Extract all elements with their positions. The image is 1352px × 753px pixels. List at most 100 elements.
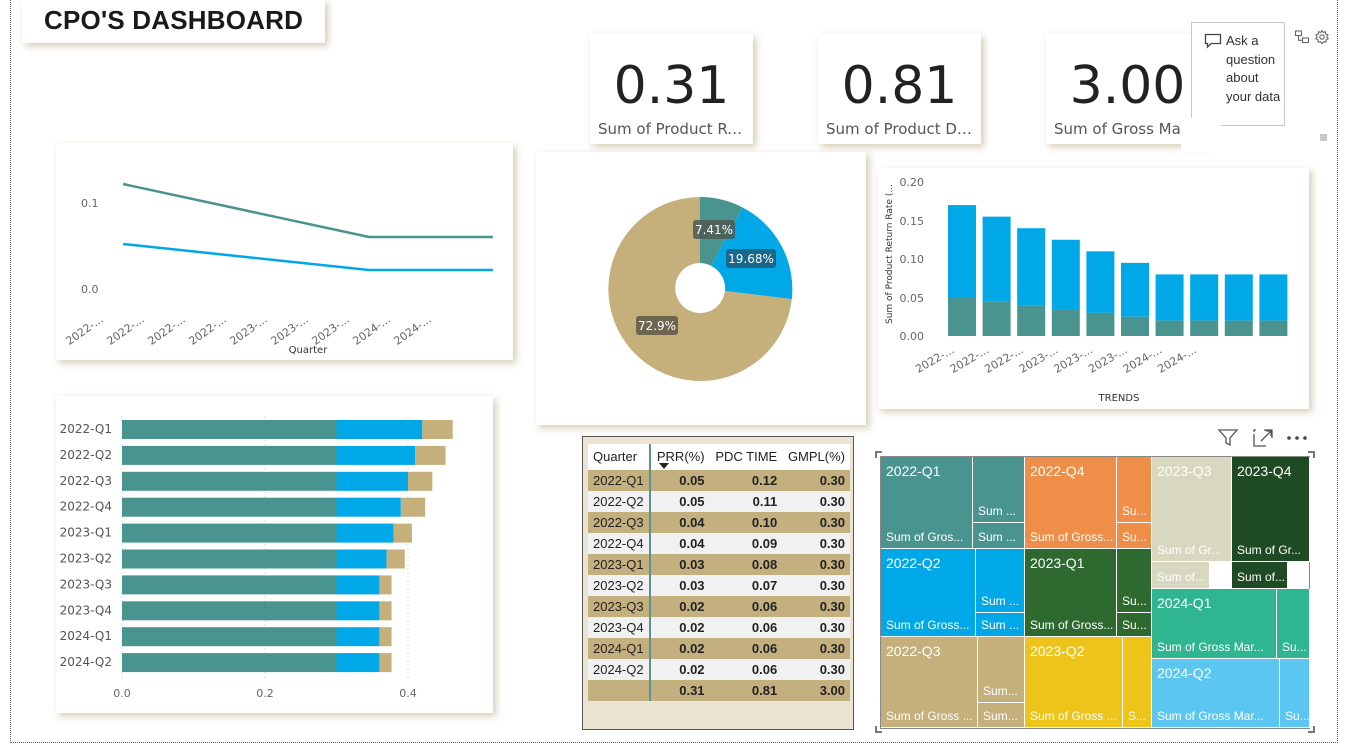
bar-segment[interactable] <box>400 497 426 517</box>
table-row[interactable]: 2024-Q1 0.02 0.06 0.30 <box>588 638 850 659</box>
bar-segment[interactable] <box>422 420 453 439</box>
bar-segment[interactable] <box>336 420 423 439</box>
qa-button[interactable]: Ask a question about your data <box>1191 22 1285 126</box>
treemap-tile[interactable]: Sum ... <box>976 549 1025 613</box>
treemap[interactable]: 2022-Q1 Sum of Gros... Sum ... Sum ... 2022-… <box>880 456 1310 729</box>
treemap-tile[interactable]: Sum of... <box>1152 562 1210 589</box>
table-row[interactable]: 2022-Q3 0.04 0.10 0.30 <box>588 512 850 533</box>
more-options-icon[interactable] <box>1285 428 1309 448</box>
bar-segment[interactable] <box>379 653 392 673</box>
treemap-tile[interactable]: Sum ... <box>976 613 1025 637</box>
bar-segment[interactable] <box>122 420 337 439</box>
treemap-tile[interactable]: Su... <box>1117 613 1152 637</box>
bar-segment[interactable] <box>336 523 394 543</box>
bar-segment[interactable] <box>122 445 337 465</box>
treemap-tile[interactable]: 2023-Q1 Sum of Gross... <box>1025 549 1117 637</box>
treemap-tile[interactable]: 2022-Q4 Sum of Gross... <box>1025 457 1117 549</box>
bar-segment[interactable] <box>336 627 380 647</box>
table-row[interactable]: 2023-Q3 0.02 0.06 0.30 <box>588 596 850 617</box>
sort-arrow-icon[interactable] <box>659 463 669 469</box>
column-bar-segment[interactable] <box>1259 274 1288 321</box>
table-row[interactable]: 2022-Q2 0.05 0.11 0.30 <box>588 491 850 512</box>
bar-segment[interactable] <box>122 549 337 569</box>
gear-icon[interactable] <box>1314 29 1330 45</box>
bar-segment[interactable] <box>336 575 380 595</box>
treemap-tile[interactable]: 2022-Q1 Sum of Gros... <box>881 457 973 549</box>
column-bar-segment[interactable] <box>1121 262 1149 317</box>
expand-icon[interactable] <box>1252 428 1274 448</box>
bar-segment[interactable] <box>336 445 416 465</box>
bar-segment[interactable] <box>336 653 380 673</box>
donut-chart-card[interactable]: 7.41% 19.68% 72.9% <box>536 152 866 425</box>
bar-segment[interactable] <box>393 523 412 543</box>
column-bar-segment[interactable] <box>1224 274 1253 321</box>
table-row[interactable]: 2023-Q1 0.03 0.08 0.30 <box>588 554 850 575</box>
bar-segment[interactable] <box>408 471 433 491</box>
treemap-tile[interactable]: Sum... <box>978 703 1025 728</box>
column-bar-segment[interactable] <box>982 216 1011 302</box>
column-bar-segment[interactable] <box>1051 309 1080 336</box>
column-bar-segment[interactable] <box>1155 320 1184 336</box>
resize-handle[interactable] <box>1320 134 1327 141</box>
bar-chart-card[interactable]: 2022-Q1 2022-Q2 2022-Q3 2022-Q4 2023-Q1 2023-… <box>56 396 493 713</box>
filter-icon[interactable] <box>1217 428 1239 448</box>
bar-segment[interactable] <box>122 497 337 517</box>
column-bar-segment[interactable] <box>948 205 976 298</box>
table-row[interactable]: 2023-Q4 0.02 0.06 0.30 <box>588 617 850 638</box>
column-bar-segment[interactable] <box>1190 274 1219 321</box>
bar-segment[interactable] <box>336 601 380 621</box>
column-bar-segment[interactable] <box>1086 251 1115 313</box>
bar-segment[interactable] <box>122 471 337 491</box>
column-header-gmpl[interactable]: GMPL(%) <box>782 444 850 470</box>
bar-segment[interactable] <box>336 497 401 517</box>
column-chart-card[interactable]: Sum of Product Return Rate (... 0.20 0.1… <box>878 168 1309 409</box>
treemap-tile[interactable]: Su... <box>1117 549 1152 613</box>
treemap-tile[interactable]: 2022-Q3 Sum of Gross ... <box>881 637 978 728</box>
bar-segment[interactable] <box>379 575 392 595</box>
treemap-tile[interactable]: 2023-Q4 Sum of Gr... <box>1232 457 1310 562</box>
share-icon[interactable] <box>1294 29 1310 45</box>
column-bar-segment[interactable] <box>1224 320 1253 336</box>
column-bar-segment[interactable] <box>1121 316 1149 336</box>
treemap-tile[interactable]: Su... <box>1280 659 1310 728</box>
kpi-card-product-return[interactable]: 0.31 Sum of Product Re... <box>590 34 753 144</box>
column-bar-segment[interactable] <box>1155 274 1184 321</box>
column-bar-segment[interactable] <box>1051 239 1080 310</box>
data-table-card[interactable]: Quarter PRR(%) PDC TIME GMPL(%) 2022-Q1 0… <box>582 436 854 730</box>
treemap-tile[interactable]: Sum of... <box>1232 562 1288 589</box>
bar-segment[interactable] <box>122 601 337 621</box>
treemap-tile[interactable]: Sum... <box>978 637 1025 703</box>
column-bar-segment[interactable] <box>1017 228 1046 306</box>
bar-segment[interactable] <box>122 653 337 673</box>
treemap-tile[interactable]: Sum ... <box>973 523 1025 549</box>
treemap-tile[interactable]: 2022-Q2 Sum of Gross... <box>881 549 976 637</box>
bar-segment[interactable] <box>122 523 337 543</box>
treemap-tile[interactable]: Su... <box>1117 523 1152 549</box>
kpi-card-product-delivery[interactable]: 0.81 Sum of Product De... <box>818 34 981 144</box>
bar-segment[interactable] <box>379 627 392 647</box>
column-bar-segment[interactable] <box>1190 320 1219 336</box>
column-header-pdc[interactable]: PDC TIME <box>709 444 783 470</box>
column-header-quarter[interactable]: Quarter <box>588 444 652 470</box>
table-row[interactable]: 2023-Q2 0.03 0.07 0.30 <box>588 575 850 596</box>
bar-segment[interactable] <box>386 549 405 569</box>
table-row[interactable]: 2022-Q1 0.05 0.12 0.30 <box>588 470 850 491</box>
table-row[interactable]: 2024-Q2 0.02 0.06 0.30 <box>588 659 850 680</box>
line-chart-card[interactable]: 0.1 0.0 2022-... 2022-... 2022-... 2022-...… <box>56 143 513 360</box>
treemap-tile[interactable]: Sum ... <box>973 457 1025 523</box>
bar-segment[interactable] <box>336 549 387 569</box>
treemap-tile[interactable]: 2023-Q2 Sum of Gross ... <box>1025 637 1123 728</box>
column-bar-segment[interactable] <box>1086 312 1115 336</box>
bar-segment[interactable] <box>122 575 337 595</box>
treemap-tile[interactable]: 2024-Q1 Sum of Gross Mar... <box>1152 589 1277 659</box>
bar-segment[interactable] <box>336 471 409 491</box>
bar-segment[interactable] <box>122 627 337 647</box>
treemap-tile[interactable]: Su... <box>1277 589 1310 659</box>
column-bar-segment[interactable] <box>982 301 1011 336</box>
treemap-tile[interactable]: 2024-Q2 Sum of Gross Mar... <box>1152 659 1280 728</box>
treemap-tile[interactable]: S... <box>1123 637 1152 728</box>
treemap-tile[interactable]: 2023-Q3 Sum of Gr... <box>1152 457 1232 562</box>
column-bar-segment[interactable] <box>948 297 976 337</box>
column-bar-segment[interactable] <box>1259 320 1288 336</box>
bar-segment[interactable] <box>379 601 392 621</box>
